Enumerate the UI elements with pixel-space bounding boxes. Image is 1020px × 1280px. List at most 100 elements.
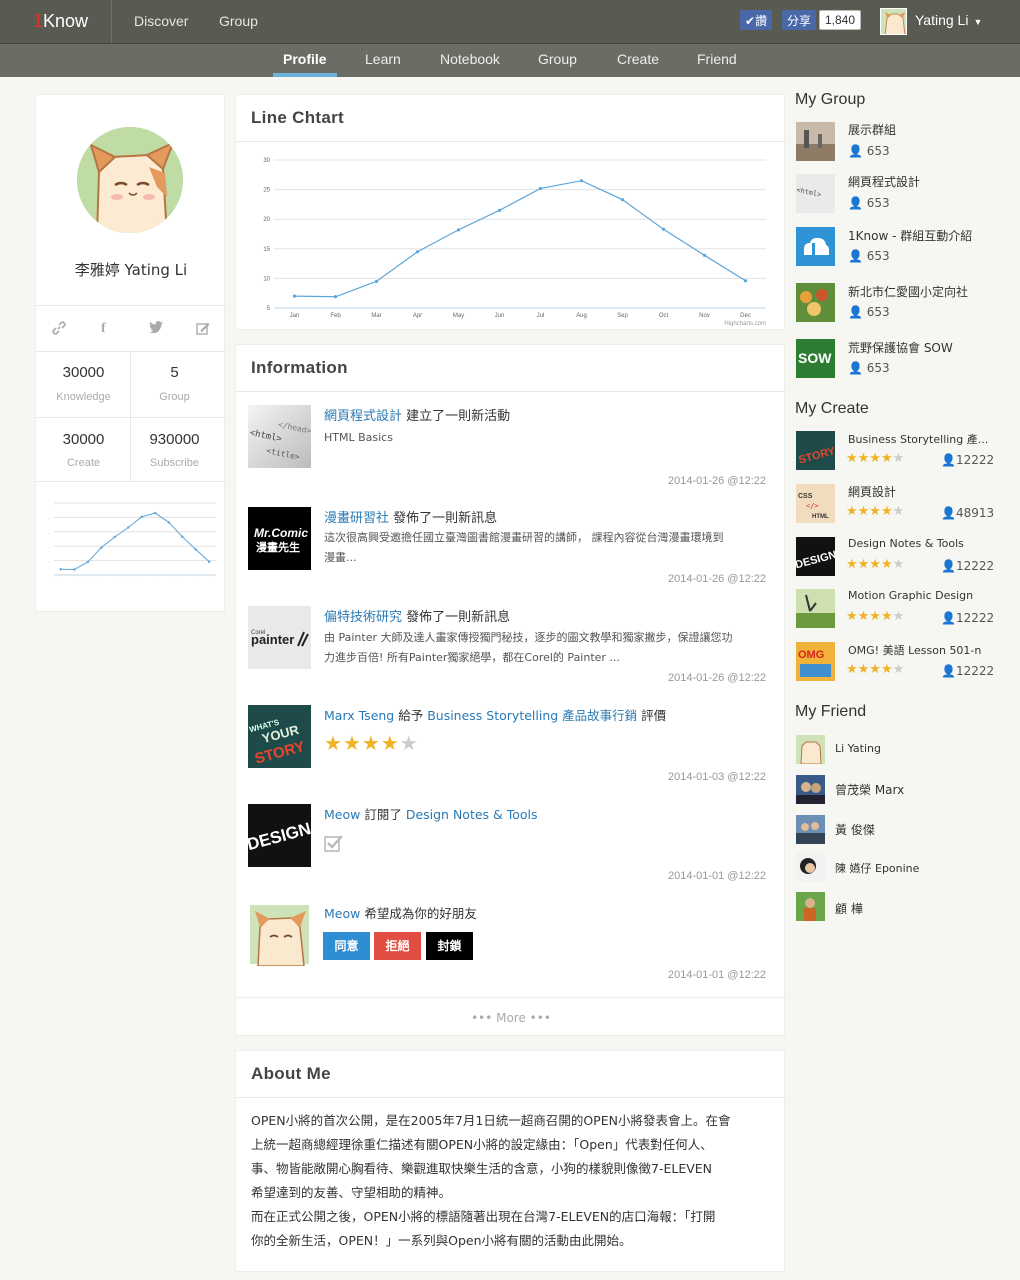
friend-avatar[interactable] <box>796 853 825 882</box>
group-thumb[interactable] <box>796 122 835 161</box>
user-menu[interactable]: Yating Li ▼ <box>915 12 982 28</box>
friend-avatar[interactable] <box>796 735 825 764</box>
group-name[interactable]: 新北市仁愛國小定向社 <box>848 283 968 300</box>
fb-count: 1,840 <box>819 10 862 30</box>
feed-item: WHAT'S YOUR STORY Marx Tseng 給予 Business S… <box>248 705 778 785</box>
friend-name[interactable]: 曾茂榮 Marx <box>835 781 904 798</box>
agree-button[interactable]: 同意 <box>323 932 370 960</box>
create-thumb[interactable]: STORY <box>796 431 835 470</box>
feed-actor-link[interactable]: 偏特技術研究 <box>324 610 402 625</box>
stat-group-label[interactable]: Group <box>127 391 222 403</box>
fb-share-button[interactable]: 分享 <box>782 10 817 30</box>
create-thumb[interactable] <box>796 589 835 628</box>
create-thumb[interactable]: DESIGN <box>796 537 835 576</box>
friend-name[interactable]: 顧 樺 <box>835 900 863 917</box>
group-name[interactable]: 網頁程式設計 <box>848 173 920 190</box>
svg-text:漫畫先生: 漫畫先生 <box>256 540 300 554</box>
friend-name[interactable]: Li Yating <box>835 742 881 755</box>
friend-name[interactable]: 陳 嬿仔 Eponine <box>835 860 919 876</box>
group-thumb[interactable] <box>796 283 835 322</box>
stat-create-label[interactable]: Create <box>36 457 131 469</box>
twitter-icon[interactable] <box>149 321 163 337</box>
about-title: About Me <box>251 1064 331 1083</box>
information-card: Information <html> <title> </head> 網頁程式設計 … <box>235 344 786 1037</box>
group-thumb[interactable]: SOW <box>796 339 835 378</box>
feed-thumb-avatar[interactable] <box>248 903 311 966</box>
series-line <box>294 180 746 298</box>
create-thumb[interactable]: CSS </> HTML <box>796 484 835 523</box>
feed-rating: ★★★★★ <box>324 731 419 755</box>
my-friend-title: My Friend <box>795 703 867 720</box>
y-tick-label: - <box>49 574 50 578</box>
tab-friend[interactable]: Friend <box>697 51 737 67</box>
tab-profile[interactable]: Profile <box>283 51 327 67</box>
facebook-icon[interactable]: f <box>101 321 106 337</box>
group-thumb[interactable] <box>796 227 835 266</box>
feed-thumb-painter[interactable]: Corel painter <box>248 606 311 669</box>
chart-credit: Highcharts.com <box>724 321 766 327</box>
data-point <box>620 198 625 202</box>
nav-group[interactable]: Group <box>219 13 258 29</box>
feed-action: 希望成為你的好朋友 <box>360 906 477 921</box>
feed-target-link[interactable]: Design Notes & Tools <box>406 807 538 822</box>
feed-thumb-comic[interactable]: Mr.Comic 漫畫先生 <box>248 507 311 570</box>
x-tick-label: Jul <box>537 313 545 319</box>
reject-button[interactable]: 拒絕 <box>374 932 421 960</box>
stat-knowledge-count: 30000 <box>62 364 105 381</box>
star-icon: ★ <box>342 731 362 755</box>
about-line: 上統一超商總經理徐重仁描述有關OPEN小將的設定緣由：「Open」代表對任何人、 <box>251 1137 713 1152</box>
feed-actor-link[interactable]: 網頁程式設計 <box>324 409 402 424</box>
block-button[interactable]: 封鎖 <box>426 932 473 960</box>
create-view-count: 👤12222 <box>941 559 995 573</box>
friend-avatar[interactable] <box>796 775 825 804</box>
tab-create[interactable]: Create <box>617 51 659 67</box>
data-point <box>167 521 170 524</box>
feed-thumb-html[interactable]: <html> <title> </head> <box>248 405 311 468</box>
create-rating: ★★★★★ <box>846 504 905 519</box>
friend-avatar[interactable] <box>796 892 825 921</box>
edit-icon[interactable] <box>196 321 210 339</box>
feed-actor-link[interactable]: Meow <box>324 807 360 822</box>
y-tick-label: - <box>49 531 50 535</box>
group-name[interactable]: 荒野保護協會 SOW <box>848 339 953 356</box>
group-name[interactable]: 1Know - 群組互動介紹 <box>848 227 972 244</box>
data-point <box>661 227 666 231</box>
group-name[interactable]: 展示群組 <box>848 121 896 138</box>
fb-like-button[interactable]: ✔讚 <box>740 10 773 30</box>
feed-thumb-story[interactable]: WHAT'S YOUR STORY <box>248 705 311 768</box>
tab-notebook[interactable]: Notebook <box>440 51 500 67</box>
x-tick-label: May <box>453 313 464 319</box>
group-thumb[interactable]: <html> <box>796 174 835 213</box>
feed-thumb-design[interactable]: DESIGN <box>248 804 311 867</box>
nav-discover[interactable]: Discover <box>134 13 188 29</box>
friend-avatar[interactable] <box>796 815 825 844</box>
feed-target-link[interactable]: Business Storytelling 產品故事行銷 <box>427 708 637 723</box>
data-point <box>497 208 502 212</box>
x-tick-label: Oct <box>659 313 669 319</box>
feed-actor-link[interactable]: 漫畫研習社 <box>324 511 389 526</box>
feed-action-after: 評價 <box>637 708 667 723</box>
stat-subscribe-label[interactable]: Subscribe <box>127 457 222 469</box>
create-name[interactable]: Business Storytelling 產... <box>848 431 988 447</box>
feed-actor-link[interactable]: Marx Tseng <box>324 708 394 723</box>
profile-subnav: Profile Learn Notebook Group Create Frie… <box>0 44 1020 77</box>
more-button[interactable]: ••• More ••• <box>236 997 786 1037</box>
user-avatar[interactable] <box>880 8 907 35</box>
create-name[interactable]: 網頁設計 <box>848 483 896 500</box>
my-group-title: My Group <box>795 91 866 108</box>
y-tick-label: 5 <box>267 306 271 312</box>
tab-learn[interactable]: Learn <box>365 51 401 67</box>
create-name[interactable]: Motion Graphic Design <box>848 589 973 602</box>
create-rating: ★★★★★ <box>846 662 905 677</box>
line-chart-card: Line Chtart 5 10 15 20 25 30 Jan Feb Mar Apr May Ju… <box>235 94 786 330</box>
logo[interactable]: 1Know <box>0 0 112 43</box>
create-name[interactable]: Design Notes & Tools <box>848 537 964 550</box>
link-icon[interactable] <box>52 321 66 339</box>
create-thumb[interactable]: OMG <box>796 642 835 681</box>
feed-item: Meow 希望成為你的好朋友 同意 拒絕 封鎖 2014-01-01 @12:2… <box>248 903 778 983</box>
feed-actor-link[interactable]: Meow <box>324 906 360 921</box>
create-name[interactable]: OMG! 美語 Lesson 501-n <box>848 642 981 658</box>
stat-knowledge-label[interactable]: Knowledge <box>36 391 131 403</box>
tab-group[interactable]: Group <box>538 51 577 67</box>
friend-name[interactable]: 黃 俊傑 <box>835 821 875 838</box>
